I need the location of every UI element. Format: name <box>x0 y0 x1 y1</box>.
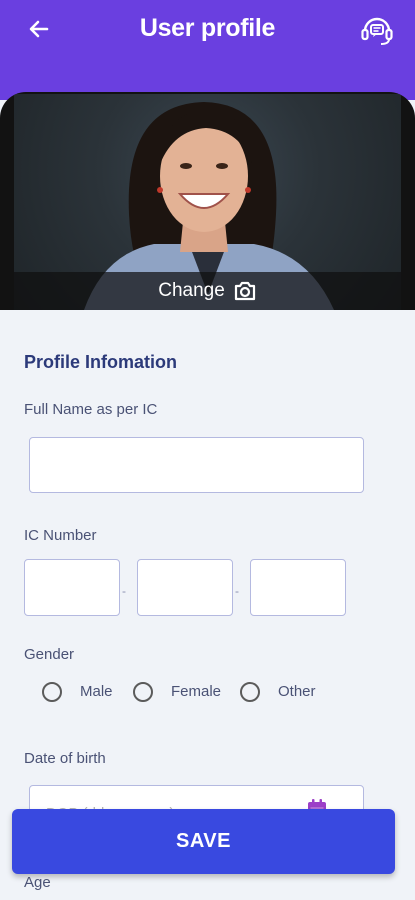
full-name-input[interactable] <box>29 437 364 493</box>
ic-separator: - <box>235 584 239 598</box>
support-button[interactable] <box>357 12 397 50</box>
ic-number-part-2-input[interactable] <box>137 559 233 616</box>
change-photo-label: Change <box>158 280 225 301</box>
change-photo-button[interactable]: Change <box>14 272 401 310</box>
save-button[interactable]: SAVE <box>12 809 395 874</box>
page-title: User profile <box>139 14 276 42</box>
full-name-label: Full Name as per IC <box>24 401 158 418</box>
ic-number-part-3-input[interactable] <box>250 559 346 616</box>
ic-number-part-1-input[interactable] <box>24 559 120 616</box>
ic-separator: - <box>122 584 126 598</box>
age-label: Age <box>24 874 51 891</box>
ic-number-label: IC Number <box>24 527 97 544</box>
gender-radio-male[interactable] <box>42 682 62 702</box>
section-title: Profile Infomation <box>24 352 177 372</box>
camera-icon <box>234 281 255 301</box>
profile-photo: Change <box>0 92 415 310</box>
headset-chat-icon <box>361 17 393 45</box>
dob-label: Date of birth <box>24 750 106 767</box>
gender-option-other-label: Other <box>278 683 316 700</box>
gender-option-male-label: Male <box>80 683 113 700</box>
gender-radio-other[interactable] <box>240 682 260 702</box>
profile-photo-image: Change <box>14 94 401 310</box>
app-header: User profile <box>0 0 415 100</box>
gender-radio-female[interactable] <box>133 682 153 702</box>
gender-option-female-label: Female <box>171 683 222 700</box>
gender-label: Gender <box>24 646 75 663</box>
